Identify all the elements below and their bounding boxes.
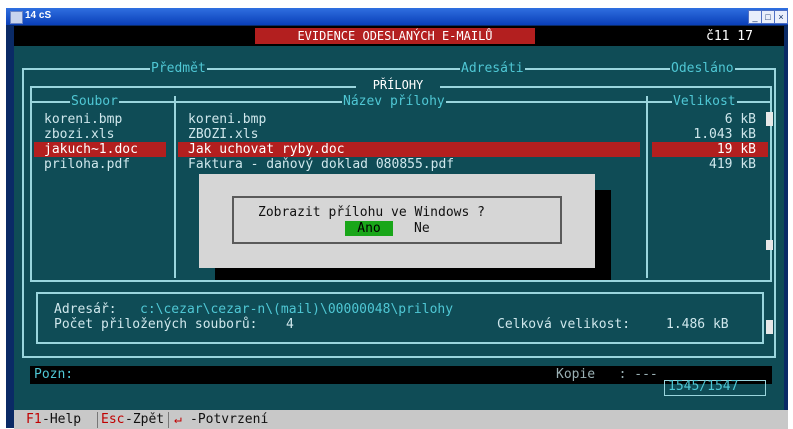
enter-label[interactable]: -Potvrzení <box>190 411 268 428</box>
no-button[interactable]: Ne <box>414 221 430 236</box>
window-titlebar[interactable] <box>6 8 788 25</box>
name-list: koreni.bmp ZBOZI.xls Jak uchovat ryby.do… <box>188 112 454 172</box>
dialog-question: Zobrazit přílohu ve Windows ? <box>258 205 485 220</box>
table-row[interactable]: koreni.bmp <box>188 112 454 127</box>
directory-path: c:\cezar\cezar-n\(mail)\00000048\prilohy <box>140 302 454 317</box>
f1-label[interactable]: -Help <box>42 411 81 428</box>
note-label[interactable]: Pozn: <box>34 367 73 382</box>
scrollbar-marker[interactable] <box>766 320 773 334</box>
table-row[interactable]: Faktura - daňový doklad 080855.pdf <box>188 157 454 172</box>
minimize-icon[interactable]: _ <box>748 10 762 24</box>
table-row[interactable]: 1.043 kB <box>656 127 756 142</box>
enter-key-icon[interactable]: ↵ <box>174 411 182 428</box>
directory-label: Adresář: <box>54 302 117 317</box>
file-count-value: 4 <box>286 317 294 332</box>
page-title: EVIDENCE ODESLANÝCH E-MAILŮ <box>255 28 535 44</box>
column-divider <box>174 96 176 278</box>
table-row[interactable]: 419 kB <box>656 157 756 172</box>
scrollbar-marker[interactable] <box>766 240 773 250</box>
table-row-selected[interactable]: Jak uchovat ryby.doc <box>188 142 454 157</box>
column-velikost: Velikost <box>672 94 737 109</box>
esc-key[interactable]: Esc <box>101 411 124 428</box>
table-row-selected[interactable]: 19 kB <box>656 142 756 157</box>
table-row[interactable]: zbozi.xls <box>44 127 138 142</box>
scrollbar-thumb[interactable] <box>766 112 773 126</box>
f1-key[interactable]: F1 <box>26 411 42 428</box>
file-count-label: Počet přiložených souborů: <box>54 317 258 332</box>
record-counter: 1545/1547 <box>668 379 739 394</box>
copies-field[interactable]: Kopie : --- <box>556 367 658 382</box>
close-icon[interactable]: × <box>774 10 788 24</box>
column-divider <box>646 96 648 278</box>
note-bar <box>30 366 772 384</box>
column-adresati: Adresáti <box>460 61 525 76</box>
column-soubor: Soubor <box>70 94 119 109</box>
file-list: koreni.bmp zbozi.xls jakuch~1.doc priloh… <box>44 112 138 172</box>
table-row[interactable]: koreni.bmp <box>44 112 138 127</box>
app-icon <box>10 11 23 24</box>
maximize-icon[interactable]: □ <box>761 10 775 24</box>
table-row[interactable]: ZBOZI.xls <box>188 127 454 142</box>
window-title: 14 cS <box>25 10 52 21</box>
table-row[interactable]: 6 kB <box>656 112 756 127</box>
size-list: 6 kB 1.043 kB 19 kB 419 kB <box>656 112 756 172</box>
table-row[interactable]: priloha.pdf <box>44 157 138 172</box>
yes-button[interactable]: Ano <box>345 221 393 236</box>
esc-label[interactable]: -Zpět <box>125 411 164 428</box>
header-record-indicator: č11 17 <box>706 29 753 44</box>
column-nazev-prilohy: Název přílohy <box>342 94 446 109</box>
separator <box>97 412 98 428</box>
column-odeslano: Odesláno <box>670 61 735 76</box>
column-predmet: Předmět <box>150 61 207 76</box>
attachments-title: PŘÍLOHY <box>356 77 440 93</box>
dialog-frame <box>232 196 562 244</box>
separator <box>168 412 169 428</box>
total-size-value: 1.486 kB <box>666 317 729 332</box>
total-size-label: Celková velikost: <box>497 317 631 332</box>
table-row-selected[interactable]: jakuch~1.doc <box>44 142 138 157</box>
